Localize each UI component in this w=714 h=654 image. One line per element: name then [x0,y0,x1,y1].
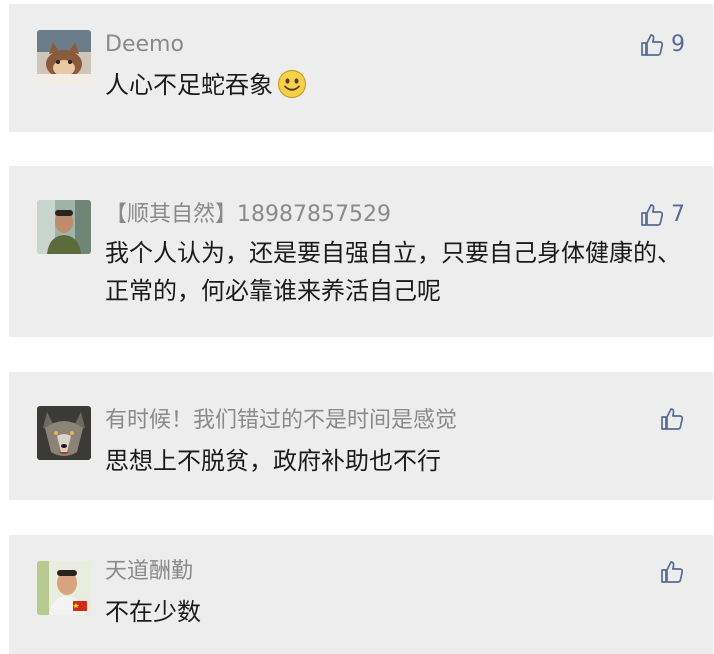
commenter-name[interactable]: 【顺其自然】18987857529 [105,200,391,230]
like-count: 7 [671,202,685,227]
man-photo-avatar [37,200,91,254]
comment-card: Deemo 9 人心不足蛇吞象 [9,4,713,132]
avatar[interactable] [37,30,91,84]
comment-text: 不在少数 [105,598,201,626]
comment-card: 天道酬勤 不在少数 [9,535,713,654]
commenter-name[interactable]: Deemo [105,30,184,60]
thumbs-up-icon [641,204,664,226]
smile-emoji-icon [277,69,307,110]
like-button[interactable] [659,559,685,585]
like-button[interactable]: 7 [639,200,685,230]
thumbs-up-icon [661,408,684,430]
like-button[interactable] [659,406,685,432]
thumbs-up-icon [661,561,684,583]
comment-text: 我个人认为，还是要自强自立，只要自己身体健康的、正常的，何必靠谁来养活自己呢 [105,239,681,305]
like-count: 9 [671,32,685,57]
comment-text: 人心不足蛇吞象 [105,66,695,110]
avatar[interactable] [37,200,91,254]
man-flag-avatar [37,561,91,615]
commenter-name[interactable]: 有时候！我们错过的不是时间是感觉 [105,406,457,436]
avatar[interactable] [37,406,91,460]
like-button[interactable]: 9 [639,30,685,60]
comment-text: 思想上不脱贫，政府补助也不行 [105,447,441,475]
commenter-name[interactable]: 天道酬勤 [105,557,193,587]
comment-card: 有时候！我们错过的不是时间是感觉 思想上不脱贫，政府补助也不行 [9,372,713,500]
comment-text-content: 人心不足蛇吞象 [105,71,273,99]
wolf-avatar [37,406,91,460]
cartoon-cat-avatar [37,30,91,84]
avatar[interactable] [37,561,91,615]
thumbs-up-icon [641,34,664,56]
comment-card: 【顺其自然】18987857529 7 我个人认为，还是要自强自立，只要自己身体… [9,166,713,337]
